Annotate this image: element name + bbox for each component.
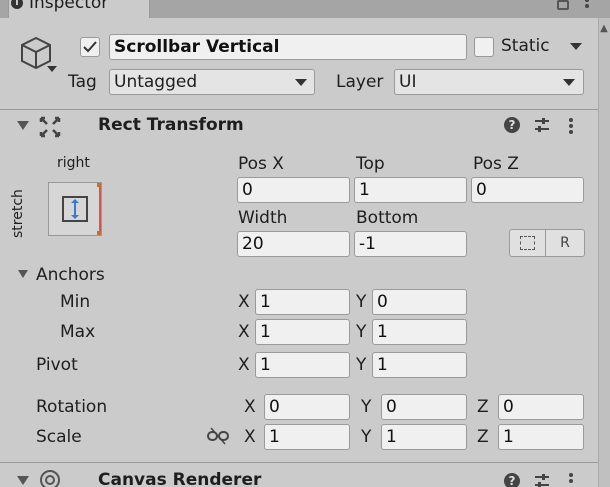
anchors-foldout-icon[interactable] [18, 270, 28, 278]
canvas-renderer-title: Canvas Renderer [98, 470, 262, 487]
scale-link-icon[interactable] [207, 427, 229, 450]
info-icon: i [11, 0, 23, 9]
raw-edit-button[interactable]: R [545, 229, 585, 257]
min-y-input[interactable]: 0 [372, 289, 467, 315]
anchor-preset-side-label: stretch [10, 189, 26, 238]
pivot-y-input[interactable]: 1 [372, 352, 467, 378]
min-label: Min [60, 292, 91, 312]
layer-label: Layer [336, 72, 384, 92]
tab-inspector[interactable]: i Inspector [8, 0, 150, 18]
anchor-preset-icon [62, 196, 88, 222]
max-y-input[interactable]: 1 [372, 319, 467, 345]
rotation-y-label: Y [361, 397, 372, 417]
width-label: Width [238, 208, 288, 228]
pos-z-label: Pos Z [473, 154, 519, 174]
icon-dropdown-icon[interactable] [47, 66, 57, 72]
lock-icon[interactable] [557, 0, 569, 10]
pivot-label: Pivot [36, 355, 78, 375]
tag-dropdown-value: Untagged [114, 72, 198, 92]
raw-edit-label: R [560, 235, 570, 251]
top-input[interactable]: 1 [354, 177, 467, 203]
canvas-renderer-icon [38, 470, 62, 487]
bottom-label: Bottom [356, 208, 419, 228]
max-x-input[interactable]: 1 [255, 319, 350, 345]
canvas-renderer-help-icon[interactable]: ? [504, 473, 520, 487]
scale-x-label: X [244, 427, 256, 447]
object-name-input[interactable]: Scrollbar Vertical [109, 34, 467, 60]
rotation-z-input[interactable]: 0 [498, 394, 584, 420]
blueprint-mode-button[interactable] [509, 229, 546, 257]
width-input[interactable]: 20 [237, 231, 350, 257]
min-x-input[interactable]: 1 [255, 289, 350, 315]
pivot-x-input[interactable]: 1 [255, 352, 350, 378]
canvas-renderer-foldout-icon[interactable] [17, 476, 29, 485]
rotation-x-input[interactable]: 0 [264, 394, 350, 420]
scale-z-input[interactable]: 1 [498, 424, 584, 450]
rotation-label: Rotation [36, 397, 108, 417]
rotation-y-input[interactable]: 0 [381, 394, 467, 420]
layer-dropdown[interactable]: UI [394, 69, 584, 95]
rect-transform-title: Rect Transform [98, 115, 244, 135]
rect-transform-icon [39, 116, 61, 143]
layer-caret-icon [563, 79, 575, 86]
canvas-renderer-presets-icon[interactable] [533, 472, 551, 487]
tab-inspector-label: Inspector [29, 0, 109, 13]
tag-label: Tag [68, 72, 97, 92]
scale-x-input[interactable]: 1 [264, 424, 350, 450]
blueprint-icon [520, 236, 535, 250]
max-label: Max [60, 322, 96, 342]
help-icon[interactable]: ? [504, 117, 520, 133]
tab-menu-icon[interactable] [585, 0, 589, 10]
scale-y-input[interactable]: 1 [381, 424, 467, 450]
rotation-z-label: Z [477, 397, 489, 417]
active-checkbox[interactable] [80, 37, 100, 57]
scale-y-label: Y [361, 427, 372, 447]
scale-label: Scale [36, 427, 82, 447]
static-dropdown-icon[interactable] [570, 43, 582, 50]
divider [0, 109, 598, 110]
max-y-label: Y [356, 322, 367, 342]
scroll-up-icon[interactable]: ▲ [599, 24, 609, 34]
component-divider [0, 462, 598, 463]
rotation-x-label: X [244, 397, 256, 417]
anchors-label[interactable]: Anchors [36, 265, 105, 285]
pivot-x-label: X [238, 355, 250, 375]
max-x-label: X [238, 322, 250, 342]
checkmark-icon [83, 41, 97, 53]
static-label: Static [501, 36, 550, 56]
canvas-renderer-menu-icon[interactable] [569, 473, 573, 485]
static-checkbox[interactable] [474, 37, 494, 57]
pos-x-label: Pos X [238, 154, 284, 174]
tag-dropdown[interactable]: Untagged [109, 69, 315, 95]
anchor-preset-top-label: right [57, 155, 90, 171]
pivot-y-label: Y [356, 355, 367, 375]
bottom-input[interactable]: -1 [354, 231, 467, 257]
tag-caret-icon [295, 79, 307, 86]
min-y-label: Y [356, 292, 367, 312]
scale-z-label: Z [477, 427, 489, 447]
scrollbar[interactable] [598, 18, 610, 487]
component-menu-icon[interactable] [569, 118, 573, 136]
pos-z-input[interactable]: 0 [471, 177, 584, 203]
top-label: Top [356, 154, 385, 174]
anchor-preset-button[interactable] [48, 182, 102, 236]
pos-x-input[interactable]: 0 [237, 177, 350, 203]
min-x-label: X [238, 292, 250, 312]
foldout-icon[interactable] [17, 121, 29, 130]
layer-dropdown-value: UI [399, 72, 417, 92]
presets-icon[interactable] [533, 116, 551, 139]
